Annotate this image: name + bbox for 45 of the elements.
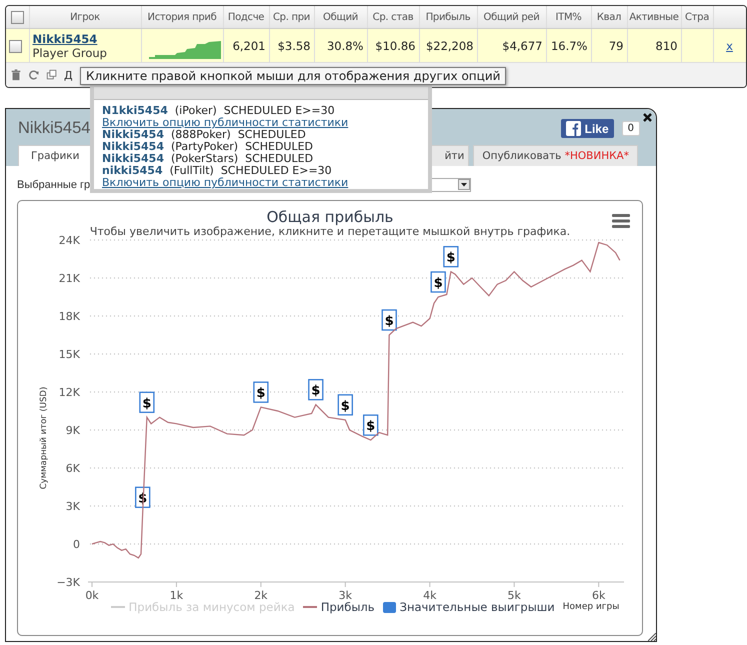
axis-tick-label: 6K	[66, 462, 80, 475]
axis-tick-label: 24K	[58, 234, 80, 247]
y-axis-label: Суммарный итог (USD)	[39, 386, 49, 490]
dialog-title: Nikki5454	[18, 119, 90, 138]
axis-tick-label: 12K	[58, 386, 80, 399]
table-cell: 79	[608, 38, 624, 52]
filter-label: Выбранные гр	[17, 179, 90, 191]
table-cell: 6,201	[232, 38, 266, 52]
axis-tick-label: 9K	[66, 424, 80, 437]
table-cell: $3.58	[278, 38, 310, 52]
chart-subtitle: Чтобы увеличить изображение, кликните и перетащите мышкой внутрь графика.	[90, 226, 570, 238]
site-label: (PokerStars)	[171, 152, 238, 165]
table-cell: 30.8%	[326, 38, 364, 52]
site-label: (iPoker)	[174, 104, 217, 117]
site-label: (PartyPoker)	[171, 140, 238, 153]
axis-tick-label: 3k	[338, 589, 352, 602]
status-label: SCHEDULED	[238, 128, 306, 141]
tooltip: Кликните правой кнопкой мыши для отображения других опций	[80, 67, 506, 85]
axis-tick-label: 18K	[58, 310, 80, 323]
player-group: Player Group	[32, 46, 138, 60]
axis-tick-label: 21K	[58, 272, 80, 285]
status-label: SCHEDULED	[245, 140, 314, 153]
axis-tick-label: 5k	[508, 589, 521, 602]
axis-tick-label: 0	[73, 538, 80, 551]
site-label: (FullTilt)	[170, 164, 214, 177]
status-label: SCHEDULED E>=30	[220, 164, 332, 177]
axis-tick-label: 3K	[66, 500, 80, 513]
status-label: SCHEDULED E>=30	[224, 104, 335, 117]
x-axis-label: Номер игры	[562, 602, 620, 612]
table-cell: $4,677	[502, 38, 542, 52]
axis-tick-label: 1k	[170, 589, 184, 602]
table-cell: $22,208	[426, 38, 474, 52]
table-cell: 16.7%	[550, 38, 588, 52]
table-cell: $10.86	[375, 38, 416, 52]
axis-tick-label: 0k	[85, 589, 99, 602]
axis-tick-label: −3K	[56, 576, 80, 589]
chart-title: Общая прибыль	[266, 208, 394, 226]
axis-tick-label: 15K	[58, 348, 80, 361]
status-label: SCHEDULED	[245, 152, 314, 165]
site-label: (888Poker)	[171, 128, 231, 141]
table-cell: 810	[656, 38, 678, 52]
axis-tick-label: 2k	[254, 589, 268, 602]
axis-tick-label: 4k	[423, 589, 436, 602]
like-count: 0	[622, 121, 640, 136]
axis-tick-label: 6k	[592, 589, 606, 602]
